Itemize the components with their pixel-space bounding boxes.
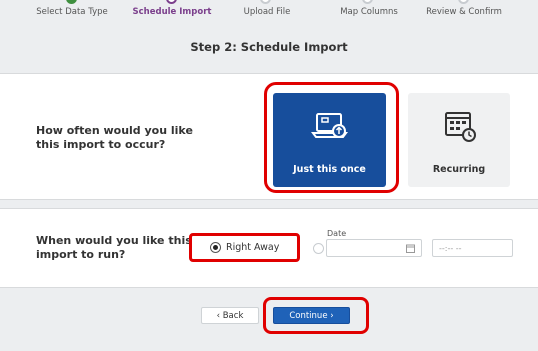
step-label-map-columns: Map Columns [340, 7, 398, 17]
timing-question: When would you like this import to run? [36, 234, 192, 261]
calendar-icon[interactable] [406, 244, 415, 253]
right-away-label: Right Away [226, 242, 280, 253]
step-label-upload-file: Upload File [243, 7, 291, 17]
page-title: Step 2: Schedule Import [190, 40, 348, 54]
date-input[interactable] [326, 239, 422, 257]
step-dot-upload-file [260, 0, 271, 4]
frequency-question: How often would you like this import to … [36, 124, 193, 151]
step-dot-review-confirm [458, 0, 469, 4]
back-button[interactable]: ‹ Back [201, 307, 259, 324]
just-this-once-option[interactable]: Just this once [273, 93, 386, 187]
step-dot-select-data-type [66, 0, 77, 4]
date-label: Date [327, 229, 347, 238]
timing-panel: When would you like this import to run? … [0, 208, 538, 288]
calendar-recurring-icon [445, 112, 476, 142]
recurring-option[interactable]: Recurring [408, 93, 510, 187]
laptop-upload-icon [310, 113, 348, 138]
step-dot-map-columns [362, 0, 373, 4]
right-away-radio[interactable] [210, 242, 221, 253]
just-this-once-label: Just this once [293, 164, 366, 175]
recurring-label: Recurring [432, 164, 486, 175]
step-label-select-data-type: Select Data Type [36, 7, 108, 17]
schedule-date-radio[interactable] [313, 243, 324, 254]
continue-button[interactable]: Continue › [273, 307, 350, 324]
step-dot-schedule-import [166, 0, 177, 4]
step-label-schedule-import: Schedule Import [132, 7, 212, 17]
time-input[interactable]: --:-- -- [432, 239, 513, 257]
right-away-option[interactable]: Right Away [210, 242, 279, 253]
progress-stepper: Select Data Type Schedule Import Upload … [0, 0, 538, 22]
frequency-panel: How often would you like this import to … [0, 73, 538, 200]
step-label-review-confirm: Review & Confirm [426, 7, 502, 17]
